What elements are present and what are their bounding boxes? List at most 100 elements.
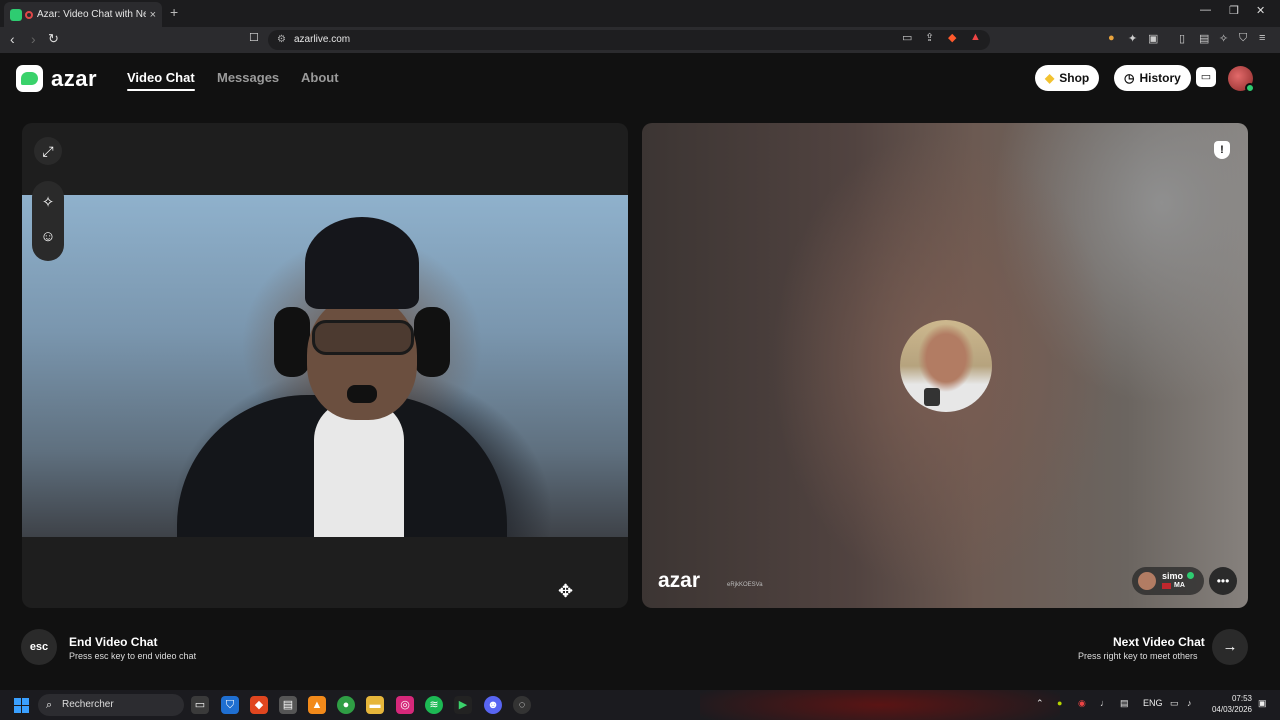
taskbar-search[interactable]: ⌕ Rechercher (38, 694, 184, 716)
file-explorer-icon[interactable]: ▬ (366, 696, 384, 714)
browser-tab[interactable]: Azar: Video Chat with New Pe × (4, 2, 162, 27)
user-avatar[interactable] (1228, 66, 1255, 93)
forward-icon[interactable]: › (31, 31, 36, 47)
tab-search-icon[interactable]: ▣ (1148, 32, 1158, 45)
task-view-icon[interactable]: ▭ (191, 696, 209, 714)
mouse-cursor-icon: ✥ (558, 581, 574, 601)
history-button[interactable]: ◷ History (1114, 65, 1191, 91)
online-status-dot (1245, 83, 1255, 93)
end-chat-button[interactable]: esc (21, 629, 57, 665)
azar-favicon-icon (10, 8, 22, 21)
azar-site: azar Video Chat Messages About ◆ Shop ◷ … (0, 53, 1280, 690)
address-toolbar: ‹ › ↻ ☐ ⚙ azarlive.com ▭ ⇪ ◆ ▲ ● ✦ ▣ ▯ ▤… (0, 27, 1280, 53)
instagram-icon[interactable]: ◎ (396, 696, 414, 714)
language-indicator[interactable]: ENG (1143, 698, 1163, 708)
reload-icon[interactable]: ↻ (48, 31, 59, 47)
new-tab-button[interactable]: + (170, 4, 178, 20)
maximize-button[interactable]: ❐ (1229, 4, 1239, 17)
morocco-flag-icon (1162, 583, 1171, 589)
minimize-button[interactable]: — (1200, 4, 1211, 16)
watermark-id: eRjkKOESVa (727, 582, 763, 588)
clock-time: 07:53 (1231, 694, 1252, 703)
magic-wand-icon[interactable]: ✧ (38, 193, 58, 213)
chrome-icon[interactable]: ● (337, 696, 355, 714)
end-chat-title: End Video Chat (69, 635, 158, 649)
next-chat-title: Next Video Chat (1113, 635, 1205, 649)
sidebar-icon[interactable]: ▯ (1179, 32, 1185, 45)
close-window-button[interactable]: ✕ (1256, 4, 1265, 17)
local-video-pane (22, 123, 628, 608)
cam-beanie (305, 217, 419, 309)
gem-icon: ◆ (1045, 71, 1055, 85)
tray-chevron-icon[interactable]: ⌃ (1036, 698, 1044, 709)
cam-headphone-right (414, 307, 450, 377)
search-placeholder: Rechercher (62, 699, 114, 710)
taskbar-clock[interactable]: 07:53 04/03/2026 (1208, 693, 1252, 715)
url-text: azarlive.com (294, 34, 351, 45)
cast-icon[interactable]: ▭ (902, 31, 912, 44)
network-icon[interactable]: ▭ (1170, 698, 1179, 709)
azar-watermark: azar (658, 569, 701, 592)
store-icon[interactable]: ▤ (279, 696, 297, 714)
tab-close-icon[interactable]: × (150, 9, 156, 21)
tab-title: Azar: Video Chat with New Pe (37, 9, 146, 20)
media-player-icon[interactable]: ▶ (454, 696, 472, 714)
logo-text: azar (51, 65, 98, 91)
keyboard-icon[interactable]: ▤ (1120, 698, 1129, 709)
nav-video-chat[interactable]: Video Chat (127, 70, 195, 91)
discord-icon[interactable]: ☻ (484, 696, 502, 714)
cam-glasses (312, 320, 414, 355)
taskbar-glow (700, 690, 1060, 720)
nav-messages[interactable]: Messages (217, 70, 279, 85)
inbox-icon[interactable]: ▭ (1196, 67, 1216, 87)
report-shield-icon[interactable]: ! (1214, 141, 1230, 159)
site-info-icon[interactable]: ⚙ (277, 30, 286, 50)
shop-label: Shop (1059, 71, 1090, 85)
spotify-icon[interactable]: ≋ (425, 696, 443, 714)
brave-shields-icon[interactable]: ◆ (948, 31, 956, 44)
cam-microphone (347, 385, 377, 403)
windows-start-icon[interactable] (14, 698, 29, 713)
effects-toolbar: ✧ ☺ (32, 181, 64, 261)
end-chat-hint: Press esc key to end video chat (69, 651, 197, 661)
cam-shirt (314, 400, 404, 537)
volume-icon[interactable]: ♪ (1187, 698, 1192, 708)
expand-icon[interactable]: ⤢ (34, 137, 62, 165)
vpn-icon[interactable]: ⛉ (1239, 32, 1247, 45)
wallet-icon[interactable]: ● (1108, 32, 1115, 44)
microphone-icon[interactable]: ♩ (1100, 698, 1109, 708)
windows-taskbar: ⌕ Rechercher ▭ ⛉ ◆ ▤ ▲ ● ▬ ◎ ≋ ▶ ☻ ◌ ⌃ ●… (0, 690, 1280, 720)
camera-off-icon (924, 388, 940, 406)
shop-button[interactable]: ◆ Shop (1035, 65, 1100, 91)
azar-logo[interactable]: azar (16, 65, 97, 92)
tray-app-icon[interactable]: ● (1057, 698, 1062, 708)
back-icon[interactable]: ‹ (10, 31, 15, 47)
extensions-icon[interactable]: ✦ (1128, 32, 1137, 45)
notification-icon[interactable]: ▣ (1258, 698, 1267, 709)
bookmark-icon[interactable]: ☐ (249, 31, 259, 44)
wallet-panel-icon[interactable]: ▤ (1199, 32, 1209, 45)
url-field[interactable]: ⚙ azarlive.com (268, 30, 990, 50)
recording-icon (25, 10, 33, 19)
menu-icon[interactable]: ≡ (1259, 32, 1265, 44)
peer-online-dot (1187, 572, 1194, 579)
defender-icon[interactable]: ⛉ (221, 696, 239, 714)
nav-about[interactable]: About (301, 70, 339, 85)
arrow-right-icon[interactable]: → (1212, 629, 1248, 665)
remote-video-pane: ! azar eRjkKOESVa simo MA ••• (642, 123, 1248, 608)
brave-browser-icon[interactable]: ◆ (250, 696, 268, 714)
peer-info-badge[interactable]: simo MA (1132, 567, 1204, 595)
leo-ai-icon[interactable]: ✧ (1219, 32, 1228, 45)
brave-rewards-icon[interactable]: ▲ (970, 31, 981, 43)
tray-chrome-icon[interactable]: ◉ (1078, 698, 1086, 709)
share-icon[interactable]: ⇪ (925, 31, 934, 44)
face-filter-icon[interactable]: ☺ (38, 227, 58, 247)
chat-bubble-icon[interactable]: ••• (1209, 567, 1237, 595)
app-icon[interactable]: ◌ (513, 696, 531, 714)
vlc-icon[interactable]: ▲ (308, 696, 326, 714)
search-icon: ⌕ (46, 699, 53, 711)
cam-headphone-left (274, 307, 310, 377)
peer-name: simo (1162, 571, 1184, 581)
history-label: History (1139, 71, 1181, 85)
remote-profile-photo (900, 320, 992, 412)
